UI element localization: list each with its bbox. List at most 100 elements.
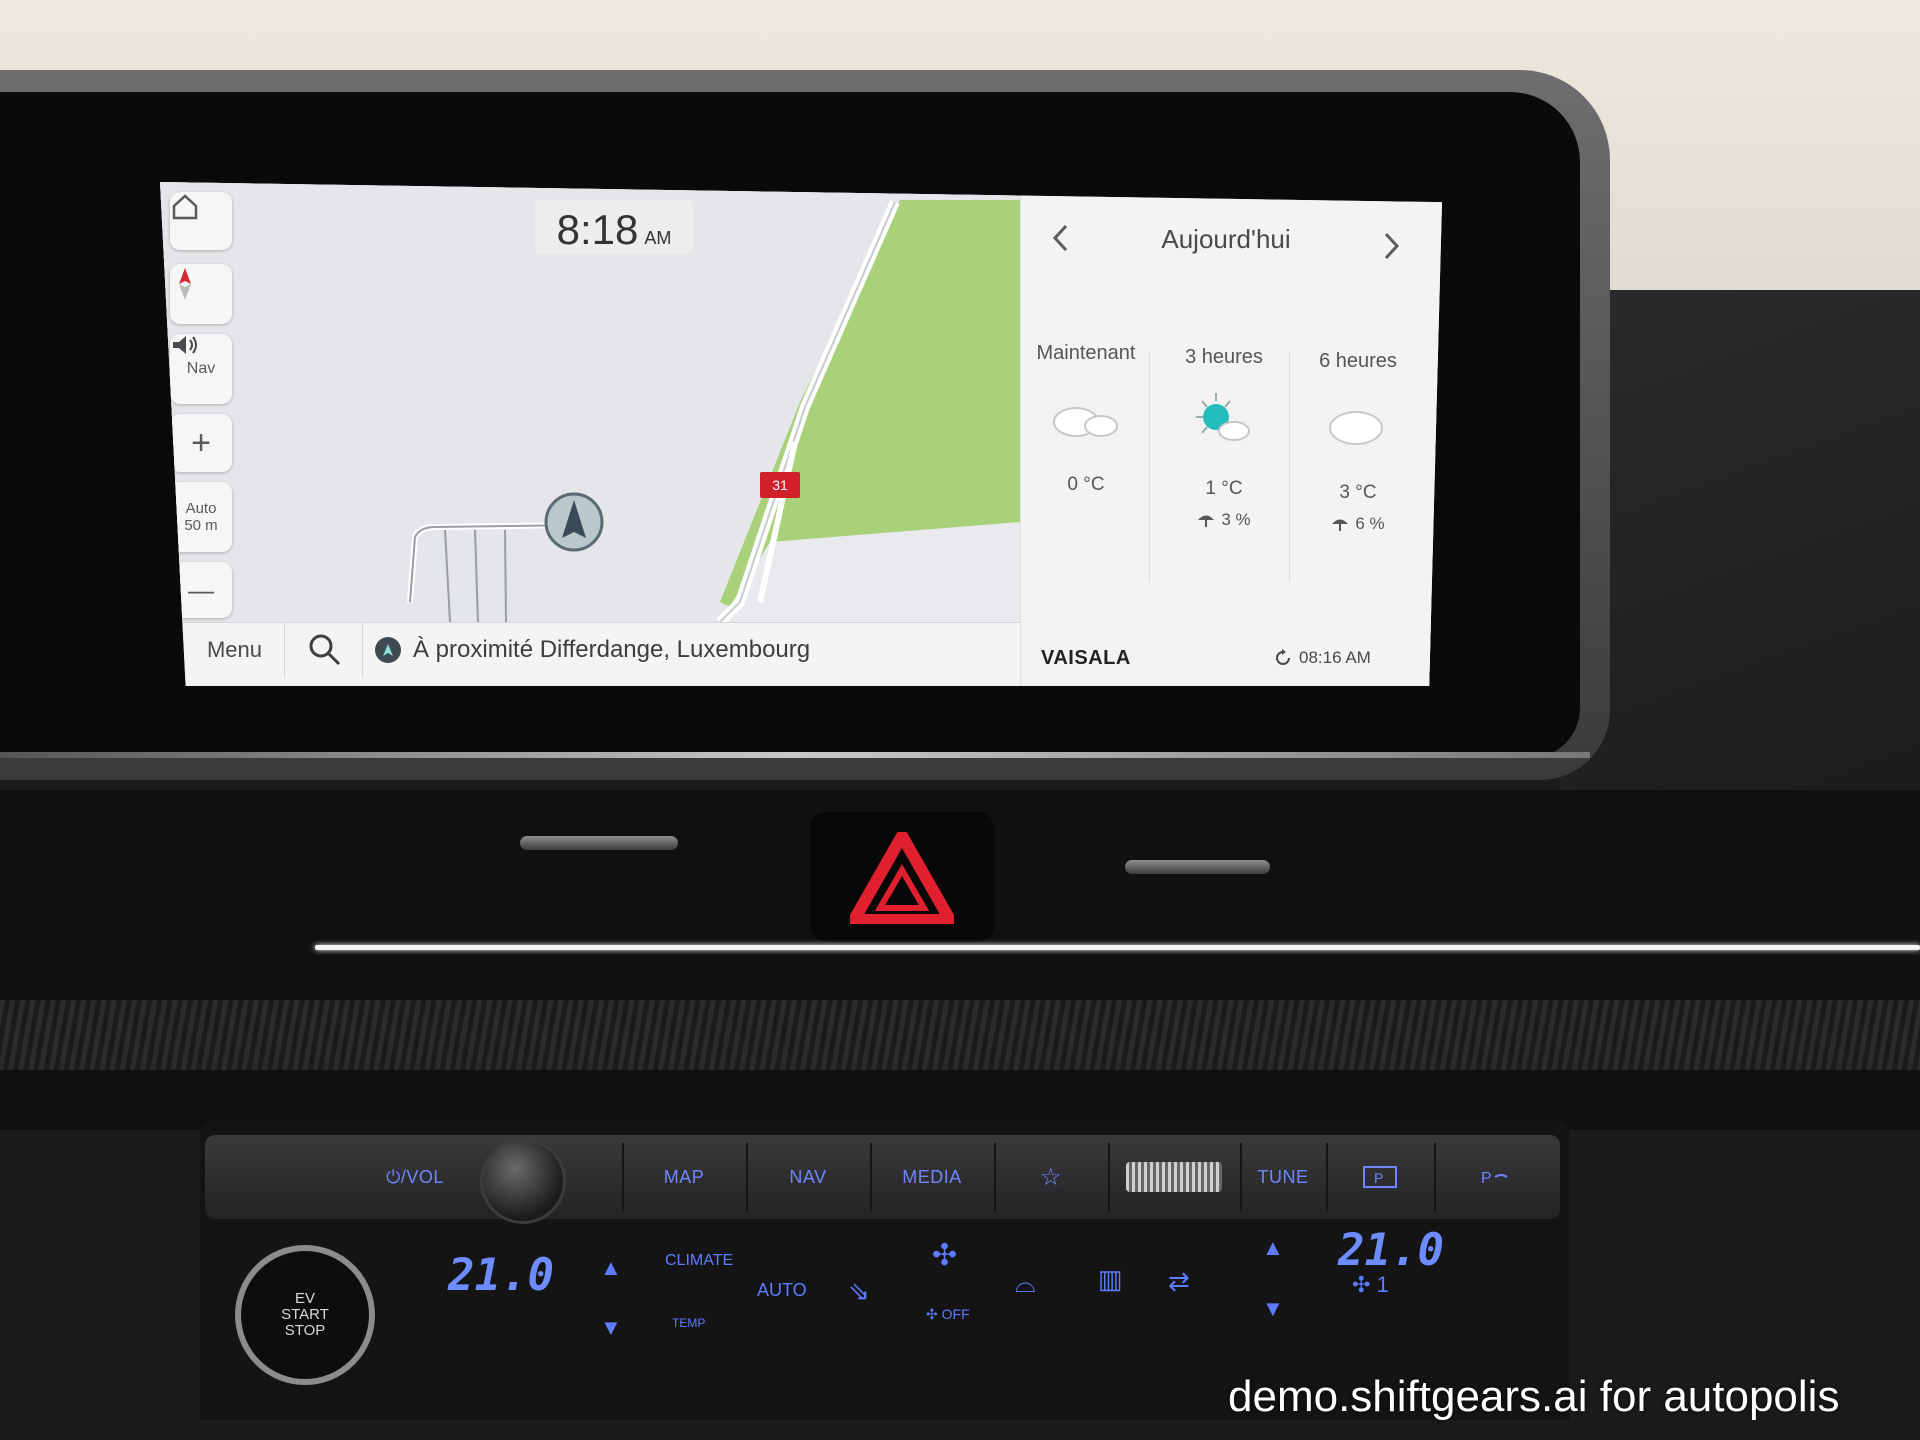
- umbrella-icon: [1198, 515, 1215, 527]
- rain-percent: 6 %: [1355, 514, 1385, 533]
- search-icon: [309, 634, 340, 666]
- driver-temp-up-icon[interactable]: ▲: [600, 1255, 622, 1281]
- air-vent-slot: [520, 836, 678, 850]
- zoom-scale-label: 50 m: [184, 517, 218, 534]
- passenger-temp-down-icon[interactable]: ▼: [1262, 1296, 1284, 1322]
- weather-column-now: Maintenant 0 °C: [1021, 342, 1151, 496]
- temp-sync-button[interactable]: TEMP: [672, 1316, 705, 1330]
- start-label-ev: EV: [294, 1290, 315, 1307]
- map-button[interactable]: MAP: [622, 1143, 744, 1211]
- fan-off-label: OFF: [941, 1306, 970, 1322]
- umbrella-icon: [1332, 519, 1349, 531]
- weather-label: 6 heures: [1319, 350, 1397, 372]
- chevron-left-icon: [1052, 224, 1068, 252]
- cloud-icon: [1021, 372, 1151, 462]
- location-arrow-icon: [375, 637, 401, 663]
- ambient-light-strip: [315, 945, 1920, 950]
- parking-assist-button[interactable]: P: [1434, 1143, 1554, 1211]
- map-view[interactable]: Nav + Auto 50 m — 8:18 AM 31: [160, 182, 1020, 622]
- weather-divider: [1149, 352, 1150, 582]
- watermark: demo.shiftgears.ai for autopolis: [1228, 1372, 1840, 1421]
- rain-chance: 3 %: [1159, 510, 1289, 530]
- weather-widget[interactable]: Aujourd'hui Maintenant 0 °C 3 heures 1 °…: [1020, 182, 1442, 686]
- airflow-mode-icon[interactable]: ⇘: [848, 1276, 870, 1307]
- search-button[interactable]: [287, 622, 363, 678]
- weather-temp: 0 °C: [1067, 474, 1105, 495]
- favorite-button[interactable]: ☆: [994, 1143, 1106, 1211]
- weather-label: 3 heures: [1185, 346, 1263, 368]
- front-defrost-icon[interactable]: ⌓: [1015, 1268, 1036, 1300]
- start-label-stop: STOP: [284, 1322, 326, 1339]
- power-volume-button[interactable]: ⏻/VOL: [360, 1143, 470, 1211]
- climate-button[interactable]: CLIMATE: [665, 1252, 733, 1270]
- fan-speed-value: 1: [1376, 1272, 1389, 1297]
- clock: 8:18 AM: [535, 200, 693, 254]
- passenger-temp-up-icon[interactable]: ▲: [1262, 1235, 1284, 1261]
- hazard-button[interactable]: [850, 832, 954, 924]
- compass-button[interactable]: [170, 264, 232, 324]
- tune-button[interactable]: TUNE: [1240, 1143, 1324, 1211]
- driver-temp-down-icon[interactable]: ▼: [600, 1315, 622, 1341]
- recirculation-icon[interactable]: ⇄: [1168, 1266, 1190, 1297]
- air-vent-slot: [1125, 860, 1270, 874]
- weather-next-button[interactable]: [1381, 230, 1403, 271]
- nav-button[interactable]: NAV: [746, 1143, 868, 1211]
- zoom-mode-label: Auto: [185, 500, 217, 517]
- rear-defrost-icon[interactable]: ▥: [1098, 1264, 1123, 1295]
- updated-time: 08:16 AM: [1299, 648, 1371, 667]
- current-location[interactable]: À proximité Differdange, Luxembourg: [375, 622, 810, 678]
- weather-column-3h: 3 heures 1 °C 3 %: [1159, 346, 1289, 530]
- compass-icon: [179, 268, 191, 300]
- volume-knob[interactable]: [480, 1138, 566, 1224]
- parking-view-button[interactable]: P: [1326, 1143, 1432, 1211]
- zoom-level-button[interactable]: Auto 50 m: [170, 482, 232, 552]
- zoom-in-button[interactable]: +: [170, 414, 232, 472]
- weather-divider: [1289, 352, 1290, 582]
- fan-speed-icon: ✣: [1352, 1272, 1371, 1297]
- media-button[interactable]: MEDIA: [870, 1143, 992, 1211]
- tune-wheel-icon: [1126, 1162, 1222, 1192]
- parking-camera-icon: P: [1363, 1166, 1397, 1188]
- ev-start-stop-button[interactable]: EV START STOP: [235, 1245, 375, 1385]
- speaker-icon: [173, 336, 197, 354]
- weather-temp: 3 °C: [1339, 482, 1377, 503]
- rain-chance: 6 %: [1293, 514, 1423, 534]
- svg-text:P: P: [1374, 1170, 1384, 1186]
- nav-volume-button[interactable]: Nav: [170, 334, 232, 404]
- location-text: À proximité Differdange, Luxembourg: [413, 636, 811, 663]
- weather-prev-button[interactable]: [1049, 222, 1071, 263]
- clock-time: 8:18: [556, 206, 639, 253]
- auto-button[interactable]: AUTO: [757, 1280, 807, 1301]
- rain-percent: 3 %: [1221, 510, 1251, 529]
- menu-button[interactable]: Menu: [185, 622, 285, 678]
- nav-volume-label: Nav: [186, 360, 216, 377]
- weather-label: Maintenant: [1036, 342, 1136, 364]
- fan-off-button[interactable]: ✣ OFF: [926, 1306, 970, 1323]
- plus-icon: +: [191, 423, 211, 462]
- bezel-trim: [0, 752, 1590, 758]
- road-number-badge: 31: [760, 472, 800, 498]
- driver-temp-display: 21.0: [448, 1250, 554, 1301]
- weather-column-6h: 6 heures 3 °C 6 %: [1293, 350, 1423, 534]
- weather-title: Aujourd'hui: [1161, 224, 1291, 254]
- refresh-icon: [1276, 649, 1290, 665]
- weather-temp: 1 °C: [1205, 478, 1243, 499]
- dashboard-right: [1560, 290, 1920, 810]
- home-button[interactable]: [170, 192, 232, 250]
- tune-knob-wheel[interactable]: [1108, 1143, 1238, 1211]
- infotainment-screen[interactable]: Nav + Auto 50 m — 8:18 AM 31 Menu À prox…: [160, 182, 1442, 686]
- cloud-icon: [1293, 380, 1423, 470]
- dashboard-grille: [0, 1000, 1920, 1070]
- parking-assist-icon: P: [1481, 1170, 1508, 1187]
- fan-icon[interactable]: ✣: [932, 1238, 957, 1273]
- passenger-temp-display: 21.0: [1338, 1225, 1444, 1276]
- svg-text:P: P: [1481, 1170, 1492, 1187]
- minus-icon: —: [188, 574, 214, 605]
- clock-ampm: AM: [644, 228, 672, 248]
- weather-updated[interactable]: 08:16 AM: [1273, 648, 1371, 668]
- fan-speed-display: ✣ 1: [1352, 1272, 1389, 1298]
- fan-off-icon: ✣: [926, 1306, 938, 1322]
- start-label-start: START: [281, 1306, 329, 1323]
- sun-cloud-icon: [1159, 376, 1289, 466]
- chevron-right-icon: [1384, 232, 1400, 260]
